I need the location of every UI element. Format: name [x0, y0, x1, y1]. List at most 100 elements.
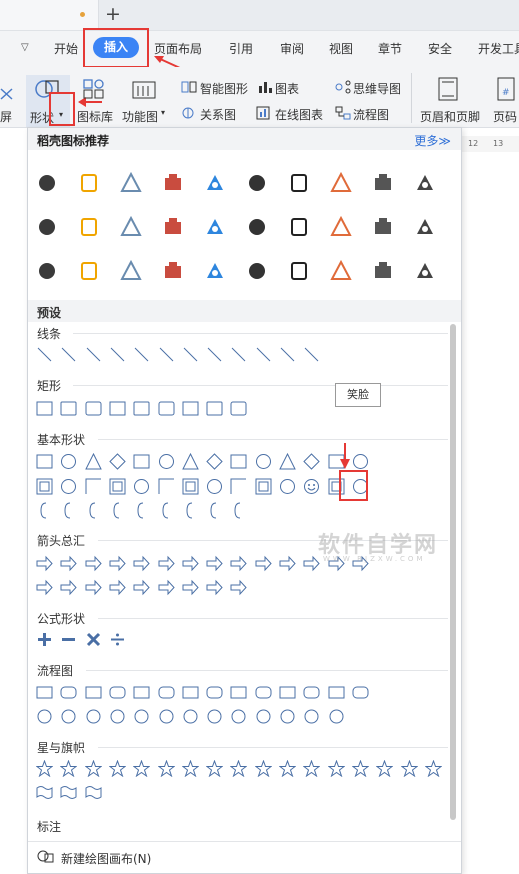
- arrow-shape[interactable]: [230, 579, 248, 596]
- arrow-shape[interactable]: [109, 555, 126, 572]
- document-canvas[interactable]: [461, 152, 519, 872]
- contact-icon[interactable]: [288, 216, 314, 242]
- menu-review[interactable]: 审阅: [280, 40, 304, 57]
- star-shape[interactable]: [400, 759, 418, 778]
- brace-shape[interactable]: [230, 502, 247, 519]
- users-icon[interactable]: [372, 172, 398, 198]
- star-shape[interactable]: [302, 759, 321, 778]
- basic2-shape[interactable]: [60, 478, 77, 495]
- cake-icon[interactable]: [246, 260, 272, 286]
- more-link[interactable]: 更多≫: [414, 132, 451, 149]
- line-shape[interactable]: [158, 346, 175, 363]
- relation-button[interactable]: 关系图: [200, 106, 236, 123]
- basic-shape[interactable]: [109, 453, 126, 470]
- basic-shape[interactable]: [303, 453, 321, 470]
- line-shape[interactable]: [206, 346, 223, 363]
- brace-shape[interactable]: [182, 502, 199, 519]
- formula-shape[interactable]: [36, 631, 53, 648]
- basic-shape[interactable]: [230, 453, 247, 470]
- flow-shape[interactable]: [230, 684, 247, 701]
- formula-shape[interactable]: [109, 631, 126, 648]
- star-shape[interactable]: [375, 759, 394, 778]
- star-shape[interactable]: [205, 759, 224, 778]
- chart-button[interactable]: 图表: [275, 80, 299, 97]
- flow2-shape[interactable]: [36, 708, 53, 725]
- basic-shape[interactable]: [181, 452, 199, 470]
- panel-scrollbar[interactable]: [450, 324, 456, 820]
- basic-shape[interactable]: [255, 453, 272, 470]
- wave-shape[interactable]: [85, 784, 102, 801]
- flow-shape[interactable]: [279, 684, 296, 701]
- new-tab-button[interactable]: +: [105, 2, 121, 26]
- star-shape[interactable]: [132, 759, 151, 778]
- star-shape[interactable]: [181, 759, 200, 778]
- badge-icon[interactable]: [204, 216, 230, 242]
- star-shape[interactable]: [327, 759, 346, 778]
- brace-shape[interactable]: [109, 502, 126, 519]
- arrow-shape[interactable]: [85, 555, 102, 572]
- cloud-icon[interactable]: [120, 215, 146, 242]
- basic-shape[interactable]: [158, 453, 175, 470]
- flow-shape[interactable]: [158, 684, 175, 701]
- flow2-shape[interactable]: [230, 708, 247, 725]
- arrow-shape[interactable]: [36, 579, 53, 596]
- flow-shape[interactable]: [206, 684, 223, 701]
- flow2-shape[interactable]: [60, 708, 77, 725]
- arrow-shape[interactable]: [60, 555, 77, 572]
- flowchart-button[interactable]: 流程图: [353, 106, 389, 123]
- flow2-shape[interactable]: [206, 708, 223, 725]
- rect-shape[interactable]: [36, 400, 53, 417]
- arrow-shape[interactable]: [206, 555, 223, 572]
- flow2-shape[interactable]: [328, 708, 345, 725]
- star-shape[interactable]: [35, 759, 54, 778]
- basic2-shape[interactable]: [206, 478, 223, 495]
- stats-icon[interactable]: [372, 260, 398, 286]
- gear-icon[interactable]: [330, 215, 356, 242]
- basic2-shape[interactable]: [133, 478, 150, 495]
- menu-start[interactable]: 开始: [54, 40, 78, 57]
- search-doc-icon[interactable]: [204, 260, 230, 286]
- line-shape[interactable]: [109, 346, 126, 363]
- clipboard-icon[interactable]: [330, 171, 356, 198]
- arrow-shape[interactable]: [206, 579, 223, 596]
- star-shape[interactable]: [351, 759, 370, 778]
- crab-icon[interactable]: [288, 260, 314, 286]
- smart-graphic-button[interactable]: 智能图形: [200, 80, 248, 97]
- money-icon[interactable]: [36, 216, 62, 242]
- basic2-shape[interactable]: [36, 478, 53, 495]
- rect-shape[interactable]: [206, 400, 223, 417]
- rect-shape[interactable]: [230, 400, 247, 417]
- sale-tag-icon[interactable]: [78, 260, 104, 286]
- mind-map-button[interactable]: 思维导图: [353, 80, 401, 97]
- line-shape[interactable]: [230, 346, 247, 363]
- line-shape[interactable]: [60, 346, 77, 363]
- flow2-shape[interactable]: [109, 708, 126, 725]
- flow2-shape[interactable]: [255, 708, 272, 725]
- basic2-shape[interactable]: [109, 478, 126, 495]
- pie-chart-icon[interactable]: [78, 172, 104, 198]
- person-icon[interactable]: [330, 259, 356, 286]
- flag-icon[interactable]: [120, 171, 146, 198]
- basic-shape[interactable]: [279, 452, 296, 470]
- hourglass-icon[interactable]: [36, 260, 62, 286]
- rect-shape[interactable]: [60, 400, 77, 417]
- brace-shape[interactable]: [133, 502, 150, 519]
- basic2-shape[interactable]: [230, 478, 247, 495]
- arrow-shape[interactable]: [182, 579, 199, 596]
- function-chart-button[interactable]: 功能图: [122, 108, 158, 125]
- flow-shape[interactable]: [328, 684, 345, 701]
- basic-shape[interactable]: [206, 453, 223, 470]
- flow2-shape[interactable]: [279, 708, 296, 725]
- star-shape[interactable]: [229, 759, 248, 778]
- basic-shape[interactable]: [60, 453, 77, 470]
- flow2-shape[interactable]: [182, 708, 199, 725]
- flow-shape[interactable]: [133, 684, 150, 701]
- menu-references[interactable]: 引用: [229, 40, 253, 57]
- line-shape[interactable]: [85, 346, 102, 363]
- line-shape[interactable]: [36, 346, 53, 363]
- arrow-shape[interactable]: [60, 579, 77, 596]
- star-shape[interactable]: [59, 759, 78, 778]
- arrow-shape[interactable]: [36, 555, 53, 572]
- shopping-bag-icon[interactable]: [372, 216, 398, 242]
- rect-shape[interactable]: [133, 400, 150, 417]
